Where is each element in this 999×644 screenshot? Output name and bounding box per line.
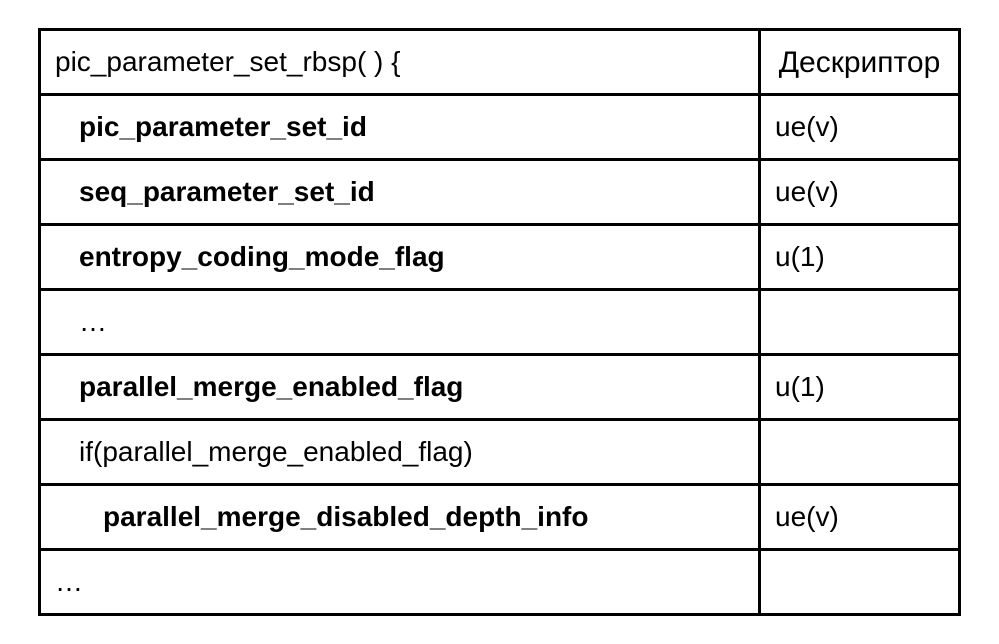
table-row: … bbox=[40, 290, 960, 355]
syntax-cell: seq_parameter_set_id bbox=[40, 160, 760, 225]
header-descriptor-cell: Дескриптор bbox=[760, 30, 960, 95]
table-row: entropy_coding_mode_flagu(1) bbox=[40, 225, 960, 290]
table-row: parallel_merge_enabled_flagu(1) bbox=[40, 355, 960, 420]
descriptor-cell: ue(v) bbox=[760, 95, 960, 160]
syntax-cell: if(parallel_merge_enabled_flag) bbox=[40, 420, 760, 485]
header-syntax-cell: pic_parameter_set_rbsp( ) { bbox=[40, 30, 760, 95]
descriptor-cell: u(1) bbox=[760, 355, 960, 420]
syntax-cell: … bbox=[40, 290, 760, 355]
table-row: seq_parameter_set_idue(v) bbox=[40, 160, 960, 225]
descriptor-cell: ue(v) bbox=[760, 160, 960, 225]
syntax-cell: … bbox=[40, 550, 760, 615]
descriptor-cell bbox=[760, 550, 960, 615]
table-header-row: pic_parameter_set_rbsp( ) {Дескриптор bbox=[40, 30, 960, 95]
table-row: if(parallel_merge_enabled_flag) bbox=[40, 420, 960, 485]
syntax-table: pic_parameter_set_rbsp( ) {Дескрипторpic… bbox=[38, 28, 961, 616]
descriptor-cell bbox=[760, 420, 960, 485]
table-row: parallel_merge_disabled_depth_infoue(v) bbox=[40, 485, 960, 550]
descriptor-cell: u(1) bbox=[760, 225, 960, 290]
syntax-cell: pic_parameter_set_id bbox=[40, 95, 760, 160]
syntax-cell: parallel_merge_enabled_flag bbox=[40, 355, 760, 420]
table-row: pic_parameter_set_idue(v) bbox=[40, 95, 960, 160]
syntax-cell: parallel_merge_disabled_depth_info bbox=[40, 485, 760, 550]
descriptor-cell: ue(v) bbox=[760, 485, 960, 550]
descriptor-cell bbox=[760, 290, 960, 355]
table-row: … bbox=[40, 550, 960, 615]
syntax-cell: entropy_coding_mode_flag bbox=[40, 225, 760, 290]
